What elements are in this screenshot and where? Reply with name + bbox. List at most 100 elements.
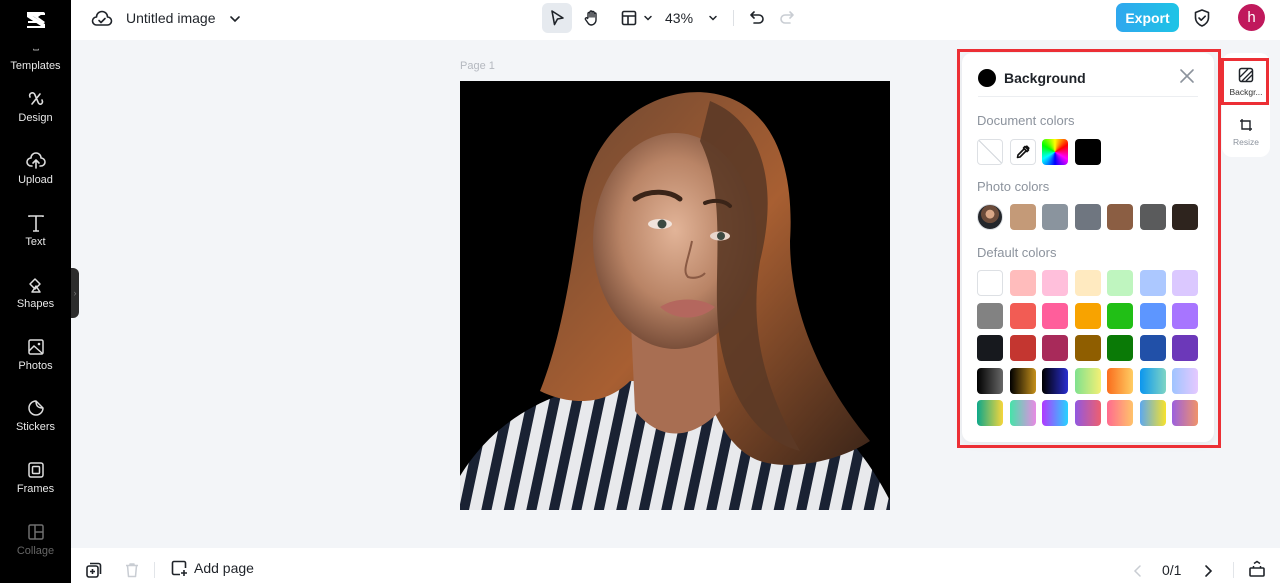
color-swatch[interactable] [1107, 335, 1133, 361]
photo-color-swatch[interactable] [1139, 204, 1166, 230]
delete-page-icon[interactable] [123, 561, 141, 579]
photo-colors-row [977, 204, 1198, 230]
default-colors-row [977, 367, 1198, 394]
sidebar-item-label: Photos [18, 359, 53, 372]
bottom-bar: Add page 0/1 [71, 548, 1280, 583]
gradient-swatch[interactable] [1107, 367, 1133, 394]
document-title[interactable]: Untitled image [126, 10, 216, 26]
color-swatch[interactable] [977, 335, 1003, 361]
sidebar-collapse-handle[interactable]: › [71, 268, 79, 318]
color-swatch[interactable] [1074, 270, 1101, 296]
color-swatch[interactable] [1009, 335, 1036, 361]
sidebar-item-label: Design [18, 112, 53, 125]
color-swatch[interactable] [1139, 335, 1166, 361]
color-swatch[interactable] [1172, 302, 1198, 329]
shield-check-icon[interactable] [1192, 8, 1212, 28]
background-panel: Background Document colors Photo colors … [962, 53, 1214, 442]
color-swatch[interactable] [1074, 302, 1101, 329]
color-swatch[interactable] [977, 270, 1003, 296]
eyedropper-button[interactable] [1009, 139, 1036, 165]
photo-color-swatch[interactable] [1042, 204, 1068, 230]
color-swatch[interactable] [1172, 335, 1198, 361]
photo-color-swatch[interactable] [1172, 204, 1198, 230]
gradient-swatch[interactable] [1042, 367, 1068, 394]
color-swatch[interactable] [1074, 335, 1101, 361]
previous-page-icon[interactable] [1129, 562, 1147, 580]
photo-color-swatch[interactable] [1009, 204, 1036, 230]
gradient-swatch[interactable] [1139, 400, 1166, 426]
color-swatch[interactable] [1107, 270, 1133, 296]
next-page-icon[interactable] [1199, 562, 1217, 580]
duplicate-page-icon[interactable] [85, 561, 103, 579]
sidebar-item-photos[interactable]: Photos [0, 323, 71, 385]
gradient-swatch[interactable] [1107, 400, 1133, 426]
gradient-swatch[interactable] [977, 400, 1003, 426]
photo-color-swatch[interactable] [1107, 204, 1133, 230]
canvas-page[interactable] [460, 81, 890, 510]
color-swatch[interactable] [1042, 270, 1068, 296]
color-swatch[interactable] [1042, 335, 1068, 361]
custom-color-picker[interactable] [1042, 139, 1068, 165]
capcut-logo[interactable] [0, 0, 71, 40]
sidebar-item-shapes[interactable]: Shapes [0, 261, 71, 323]
gradient-swatch[interactable] [1074, 400, 1101, 426]
color-swatch[interactable] [1139, 270, 1166, 296]
cloud-saved-icon[interactable] [91, 8, 113, 30]
color-swatch[interactable] [1009, 302, 1036, 329]
chevron-down-icon[interactable] [228, 12, 242, 26]
sidebar-item-label: Frames [16, 483, 55, 496]
sidebar-item-label: Collage [16, 544, 55, 557]
redo-button[interactable] [774, 3, 800, 33]
color-swatch[interactable] [1172, 270, 1198, 296]
close-icon[interactable] [1178, 67, 1196, 85]
sidebar-item-templates[interactable]: Templates [0, 40, 71, 76]
color-swatch[interactable] [1074, 139, 1101, 165]
gradient-swatch[interactable] [1042, 400, 1068, 426]
photo-color-swatch[interactable] [1074, 204, 1101, 230]
text-icon [27, 215, 44, 232]
add-page-icon [171, 560, 187, 576]
page-manager-icon[interactable] [1248, 560, 1266, 578]
layout-dropdown-button[interactable] [617, 3, 657, 33]
document-colors-row [977, 139, 1101, 165]
upload-icon [25, 152, 46, 169]
no-color-swatch[interactable] [977, 139, 1003, 165]
gradient-swatch[interactable] [977, 367, 1003, 394]
color-swatch[interactable] [1107, 302, 1133, 329]
sidebar-item-design[interactable]: Design [0, 76, 71, 138]
cursor-arrow-icon [551, 10, 564, 26]
user-avatar[interactable]: h [1238, 4, 1265, 31]
photo-thumbnail-swatch[interactable] [977, 204, 1003, 230]
sidebar-item-upload[interactable]: Upload [0, 138, 71, 200]
sidebar-item-stickers[interactable]: Stickers [0, 385, 71, 447]
add-page-label: Add page [194, 560, 254, 576]
app-root: Templates Design Upload Text Shapes Phot… [0, 0, 1280, 583]
gradient-swatch[interactable] [1009, 400, 1036, 426]
select-tool-button[interactable] [542, 3, 572, 33]
sidebar-item-frames[interactable]: Frames [0, 447, 71, 509]
color-swatch[interactable] [1009, 270, 1036, 296]
rail-item-resize[interactable]: Resize [1222, 108, 1270, 156]
export-button[interactable]: Export [1116, 3, 1179, 32]
hand-tool-button[interactable] [577, 3, 607, 33]
color-swatch[interactable] [1139, 302, 1166, 329]
add-page-button[interactable]: Add page [170, 559, 254, 577]
sidebar-item-collage[interactable]: Collage [0, 509, 71, 571]
gradient-swatch[interactable] [1172, 400, 1198, 426]
sidebar-item-text[interactable]: Text [0, 200, 71, 262]
zoom-dropdown-button[interactable] [703, 3, 723, 33]
gradient-swatch[interactable] [1139, 367, 1166, 394]
gradient-swatch[interactable] [1172, 367, 1198, 394]
color-swatch[interactable] [977, 302, 1003, 329]
color-swatch[interactable] [1042, 302, 1068, 329]
rail-item-background[interactable]: Backgr... [1222, 58, 1270, 106]
gradient-swatch[interactable] [1074, 367, 1101, 394]
sidebar-item-label: Templates [10, 60, 61, 72]
undo-button[interactable] [744, 3, 770, 33]
shapes-icon [28, 278, 41, 293]
default-colors-row [977, 400, 1198, 426]
gradient-swatch[interactable] [1009, 367, 1036, 394]
default-colors-row [977, 302, 1198, 329]
portrait-photo[interactable] [460, 81, 890, 510]
zoom-level[interactable]: 43% [665, 10, 699, 26]
